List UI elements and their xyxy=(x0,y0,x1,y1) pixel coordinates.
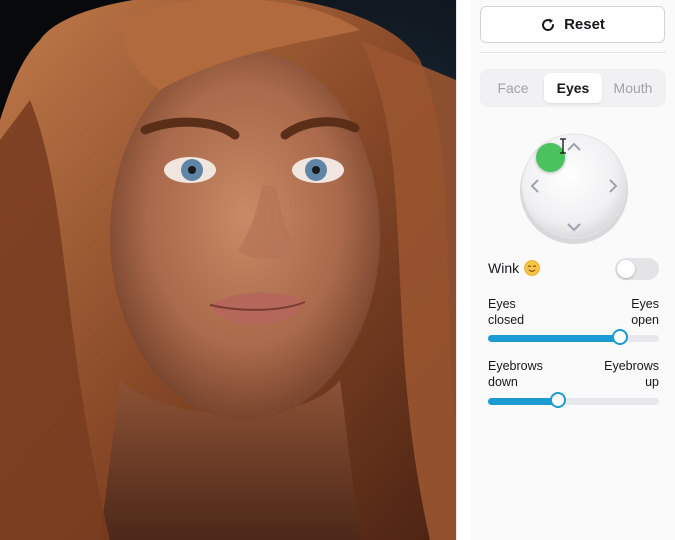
eyes-slider[interactable] xyxy=(488,328,659,345)
wink-label: Wink xyxy=(488,260,520,276)
wink-toggle[interactable] xyxy=(615,258,659,280)
wink-label-row: Wink xyxy=(488,260,541,276)
eyes-min-label: Eyes closed xyxy=(488,296,524,328)
eyebrows-slider-thumb[interactable] xyxy=(550,391,566,408)
reset-label: Reset xyxy=(564,16,605,33)
eyebrows-slider[interactable] xyxy=(488,391,659,408)
eyes-slider-fill xyxy=(488,335,620,342)
tab-face[interactable]: Face xyxy=(484,73,542,103)
reset-button[interactable]: Reset xyxy=(480,6,665,43)
portrait-illustration xyxy=(0,0,456,540)
eyebrows-min-label: Eyebrows down xyxy=(488,358,543,390)
eyebrows-max-label: Eyebrows up xyxy=(604,358,659,390)
toggle-thumb[interactable] xyxy=(617,260,635,278)
eyes-slider-thumb[interactable] xyxy=(612,328,628,345)
tab-mouth[interactable]: Mouth xyxy=(604,73,662,103)
separator xyxy=(480,52,666,53)
eye-direction-joystick[interactable] xyxy=(518,132,630,244)
text-cursor-icon xyxy=(560,138,566,154)
eyebrows-max-label-text: Eyebrows up xyxy=(604,359,659,389)
eyes-max-label-text: Eyes open xyxy=(631,297,659,327)
eyes-max-label: Eyes open xyxy=(631,296,659,328)
tab-bar: Face Eyes Mouth xyxy=(480,69,666,107)
tab-eyes[interactable]: Eyes xyxy=(544,73,602,103)
eyebrows-min-label-text: Eyebrows down xyxy=(488,359,543,389)
rotate-cw-icon xyxy=(542,18,555,31)
winking-face-emoji xyxy=(524,260,541,276)
portrait-photo xyxy=(0,0,456,540)
eyebrows-slider-fill xyxy=(488,398,558,405)
eyes-min-label-text: Eyes closed xyxy=(488,297,525,327)
panel-divider xyxy=(456,0,457,540)
